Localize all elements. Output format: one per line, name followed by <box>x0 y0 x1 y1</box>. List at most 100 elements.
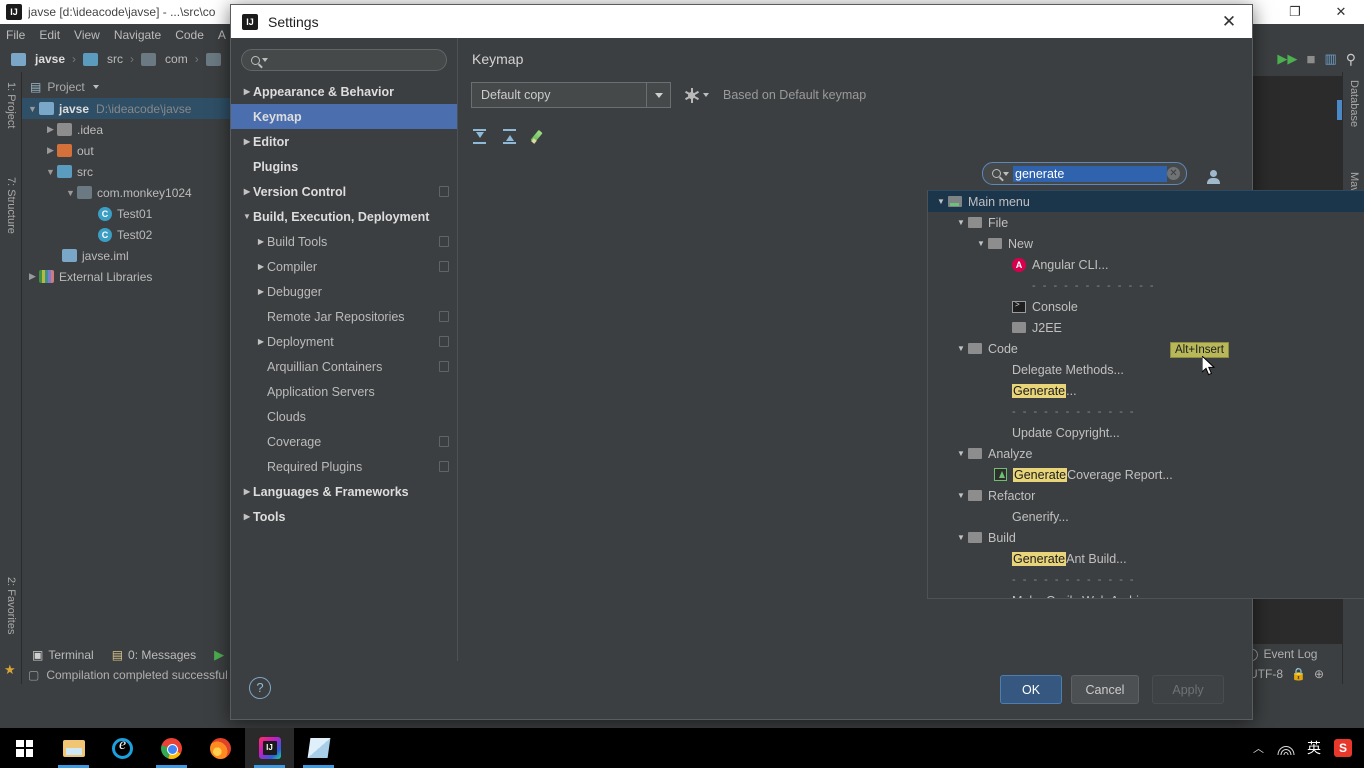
project-tree-row[interactable]: C Test01 <box>22 203 230 224</box>
tree-row-make-grails-web-archive[interactable]: Make Grails Web Archive <box>928 590 1364 599</box>
chevron-down-icon[interactable] <box>646 83 670 107</box>
ide-left-toolwindow-strip[interactable]: 1: Project 7: Structure 2: Favorites ★ <box>0 72 22 684</box>
ok-button[interactable]: OK <box>1000 675 1062 704</box>
chevron-expanded-icon[interactable]: ▼ <box>26 104 39 114</box>
sidebar-item-structure[interactable]: 7: Structure <box>1 177 21 234</box>
chevron-expanded-icon[interactable]: ▼ <box>954 533 968 542</box>
keymap-select[interactable]: Default copy <box>471 82 671 108</box>
chevron-collapsed-icon[interactable]: ▶ <box>26 271 39 282</box>
event-log-button[interactable]: ◯ Event Log <box>1245 644 1360 664</box>
chevron-collapsed-icon[interactable]: ▶ <box>241 187 253 196</box>
sidebar-item-appearance-behavior[interactable]: ▶ Appearance & Behavior <box>231 79 457 104</box>
chevron-collapsed-icon[interactable]: ▶ <box>241 487 253 496</box>
keymap-search-input[interactable]: generate ✕ <box>982 162 1187 185</box>
wifi-icon[interactable] <box>1277 742 1294 755</box>
run-play-icon[interactable]: ▶ <box>214 647 224 663</box>
sidebar-item-clouds[interactable]: Clouds <box>231 404 457 429</box>
tree-row-main-menu[interactable]: ▼ Main menu <box>928 191 1364 212</box>
sidebar-item-favorites[interactable]: 2: Favorites <box>1 577 21 634</box>
tree-row-generate[interactable]: Generate ... <box>928 380 1364 401</box>
sidebar-item-coverage[interactable]: Coverage <box>231 429 457 454</box>
stop-icon[interactable]: ■ <box>1306 51 1315 68</box>
sidebar-item-editor[interactable]: ▶ Editor <box>231 129 457 154</box>
menu-code[interactable]: Code <box>175 28 204 42</box>
tree-row-update-copyright[interactable]: Update Copyright... <box>928 422 1364 443</box>
tree-row-analyze[interactable]: ▼ Analyze <box>928 443 1364 464</box>
sidebar-item-build-execution-deployment[interactable]: ▼ Build, Execution, Deployment <box>231 204 457 229</box>
sogou-icon[interactable]: S <box>1334 739 1352 757</box>
window-controls[interactable]: ❐ ✕ <box>1272 0 1364 24</box>
settings-icon[interactable]: ▥ <box>1324 51 1336 67</box>
sidebar-item-messages[interactable]: ▤ 0: Messages <box>112 648 196 662</box>
project-tree-row[interactable]: ▶ .idea <box>22 119 230 140</box>
chevron-expanded-icon[interactable]: ▼ <box>974 239 988 248</box>
edit-shortcut-icon[interactable] <box>531 128 547 144</box>
tree-row-file[interactable]: ▼ File <box>928 212 1364 233</box>
chevron-collapsed-icon[interactable]: ▶ <box>44 145 57 156</box>
encoding-status[interactable]: UTF-8 🔒 ⊕ <box>1245 664 1360 684</box>
sidebar-item-project[interactable]: 1: Project <box>1 82 21 128</box>
tree-row-generate-coverage-report[interactable]: Generate Coverage Report... <box>928 464 1364 485</box>
project-tree-row[interactable]: C Test02 <box>22 224 230 245</box>
chevron-expanded-icon[interactable]: ▼ <box>954 449 968 458</box>
sidebar-item-plugins[interactable]: Plugins <box>231 154 457 179</box>
tree-row-delegate-methods[interactable]: Delegate Methods... <box>928 359 1364 380</box>
chevron-collapsed-icon[interactable]: ▶ <box>255 287 267 296</box>
app-icon[interactable] <box>294 728 343 768</box>
settings-search-input[interactable] <box>241 49 447 71</box>
keymap-options-button[interactable] <box>684 87 709 103</box>
lock-icon[interactable]: 🔒 <box>1291 667 1306 681</box>
internet-explorer-icon[interactable] <box>98 728 147 768</box>
menu-file[interactable]: File <box>6 28 25 42</box>
chevron-down-icon[interactable] <box>703 93 709 97</box>
file-explorer-icon[interactable] <box>49 728 98 768</box>
chevron-down-icon[interactable] <box>92 85 99 89</box>
sidebar-item-database[interactable]: Database <box>1344 80 1364 127</box>
chevron-expanded-icon[interactable]: ▼ <box>954 344 968 353</box>
tree-row-generate-ant-build[interactable]: Generate Ant Build... <box>928 548 1364 569</box>
help-button[interactable]: ? <box>249 677 271 699</box>
project-tree-row[interactable]: javse.iml <box>22 245 230 266</box>
cancel-button[interactable]: Cancel <box>1071 675 1139 704</box>
sidebar-item-tools[interactable]: ▶ Tools <box>231 504 457 529</box>
intellij-idea-icon[interactable] <box>245 728 294 768</box>
firefox-icon[interactable] <box>196 728 245 768</box>
chevron-expanded-icon[interactable]: ▼ <box>934 197 948 206</box>
chevron-expanded-icon[interactable]: ▼ <box>64 188 77 198</box>
sidebar-item-languages-frameworks[interactable]: ▶ Languages & Frameworks <box>231 479 457 504</box>
chevron-expanded-icon[interactable]: ▼ <box>44 167 57 177</box>
editor-scrollbar-marker[interactable] <box>1337 100 1342 120</box>
maximize-icon[interactable]: ❐ <box>1272 0 1318 24</box>
chevron-expanded-icon[interactable]: ▼ <box>241 212 253 221</box>
sidebar-item-required-plugins[interactable]: Required Plugins <box>231 454 457 479</box>
tree-row-refactor[interactable]: ▼ Refactor <box>928 485 1364 506</box>
clear-search-icon[interactable]: ✕ <box>1167 167 1180 180</box>
find-by-shortcut-icon[interactable] <box>1202 162 1224 185</box>
menu-edit[interactable]: Edit <box>39 28 60 42</box>
start-icon[interactable] <box>0 728 49 768</box>
project-panel-header[interactable]: ▤ Project <box>22 76 230 98</box>
search-icon[interactable]: ⚲ <box>1346 51 1356 68</box>
run-icon[interactable]: ▶▶ <box>1277 51 1297 67</box>
chevron-collapsed-icon[interactable]: ▶ <box>255 237 267 246</box>
sidebar-item-version-control[interactable]: ▶ Version Control <box>231 179 457 204</box>
close-icon[interactable]: ✕ <box>1206 5 1252 38</box>
breadcrumb-item-src[interactable]: src <box>80 52 126 66</box>
chevron-expanded-icon[interactable]: ▼ <box>954 491 968 500</box>
chrome-icon[interactable] <box>147 728 196 768</box>
sidebar-item-build-tools[interactable]: ▶ Build Tools <box>231 229 457 254</box>
chevron-collapsed-icon[interactable]: ▶ <box>255 262 267 271</box>
chevron-collapsed-icon[interactable]: ▶ <box>241 512 253 521</box>
chevron-collapsed-icon[interactable]: ▶ <box>241 87 253 96</box>
project-tree-row[interactable]: ▼ com.monkey1024 <box>22 182 230 203</box>
tree-row-j2ee[interactable]: J2EE <box>928 317 1364 338</box>
ime-chinese-icon[interactable]: 英 <box>1307 738 1321 758</box>
tree-row-code[interactable]: ▼ Code <box>928 338 1364 359</box>
chevron-collapsed-icon[interactable]: ▶ <box>241 137 253 146</box>
sidebar-item-deployment[interactable]: ▶ Deployment <box>231 329 457 354</box>
sidebar-item-remote-jar-repositories[interactable]: Remote Jar Repositories <box>231 304 457 329</box>
menu-view[interactable]: View <box>74 28 100 42</box>
sidebar-item-compiler[interactable]: ▶ Compiler <box>231 254 457 279</box>
sidebar-item-arquillian-containers[interactable]: Arquillian Containers <box>231 354 457 379</box>
menu-analyze[interactable]: A <box>218 28 226 42</box>
